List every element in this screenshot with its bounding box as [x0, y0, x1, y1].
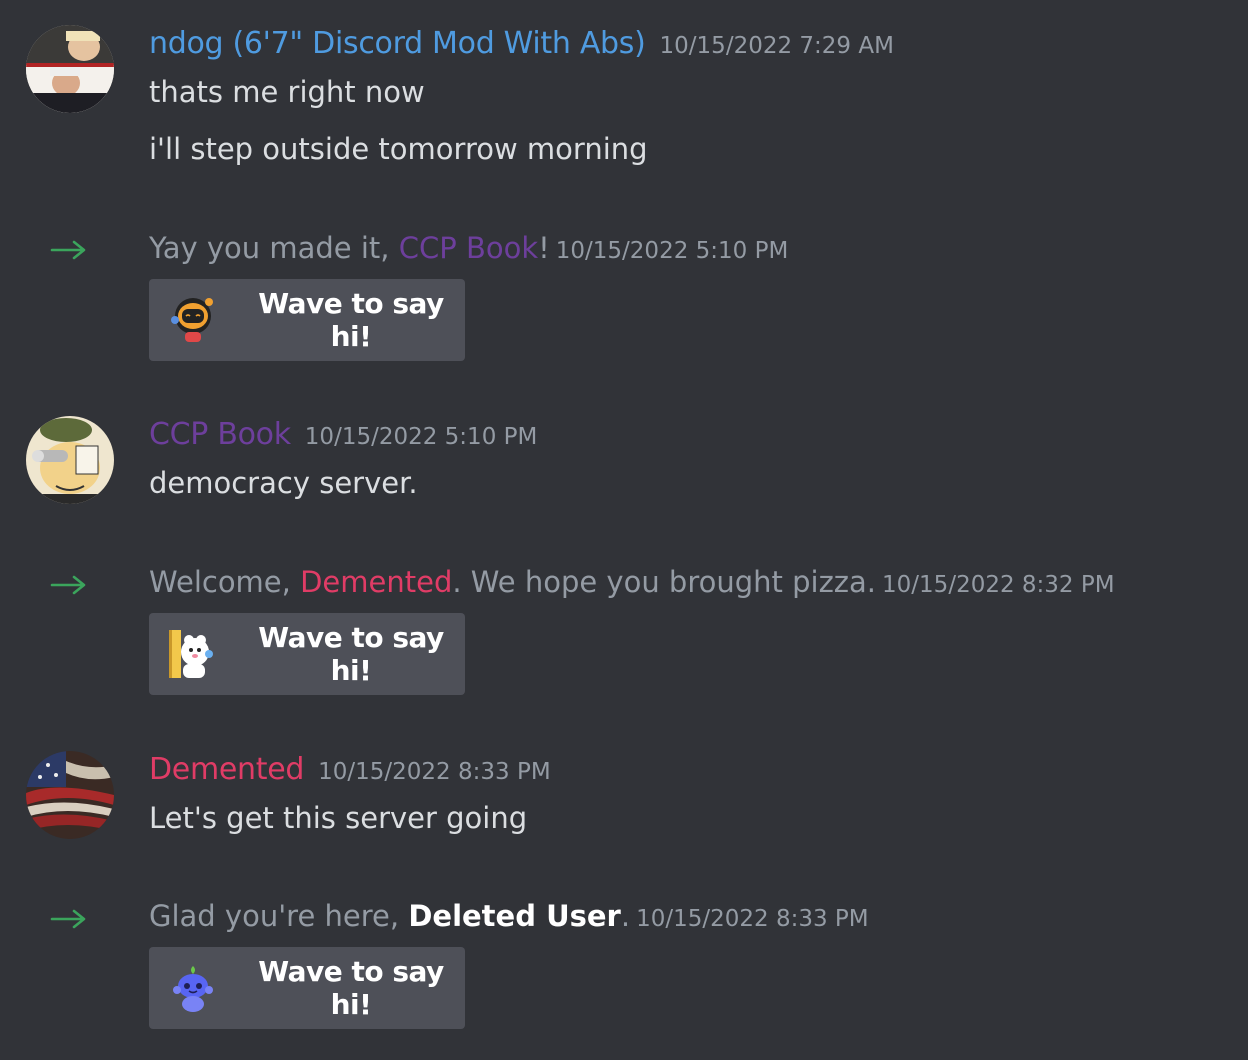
timestamp: 10/15/2022 8:33 PM [318, 759, 551, 785]
join-username[interactable]: Demented [300, 565, 452, 599]
timestamp: 10/15/2022 5:10 PM [304, 424, 538, 450]
message-text: Let's get this server going [149, 801, 528, 835]
user-avatar-icon [26, 416, 114, 504]
message-text: thats me right now [149, 75, 425, 109]
avatar[interactable] [26, 751, 114, 839]
timestamp: 10/15/2022 7:29 AM [659, 33, 894, 59]
username[interactable]: CCP Book [149, 417, 291, 452]
avatar[interactable] [26, 416, 114, 504]
message-text: i'll step outside tomorrow morning [149, 132, 648, 166]
wave-button-label: Wave to say hi! [258, 955, 444, 1021]
timestamp: 10/15/2022 8:33 PM [636, 906, 869, 932]
user-avatar-icon [26, 25, 114, 113]
wave-button-label: Wave to say hi! [258, 287, 444, 353]
user-avatar-icon [26, 751, 114, 839]
wave-button-label: Wave to say hi! [258, 621, 444, 687]
timestamp: 10/15/2022 8:32 PM [882, 572, 1115, 598]
timestamp: 10/15/2022 5:10 PM [555, 238, 789, 264]
join-suffix: . [620, 899, 631, 933]
bear-peek-icon [169, 630, 213, 678]
join-prefix: Yay you made it, [149, 231, 399, 265]
wumpus-wave-icon [173, 966, 213, 1012]
join-suffix: . We hope you brought pizza. [452, 565, 877, 599]
join-prefix: Glad you're here, [149, 899, 409, 933]
wave-button[interactable]: Wave to say hi! [149, 947, 465, 1029]
join-username[interactable]: Deleted User [408, 899, 621, 933]
join-arrow-icon [50, 909, 86, 929]
join-arrow-icon [50, 575, 86, 595]
join-suffix: ! [538, 231, 550, 265]
join-arrow-icon [50, 240, 86, 260]
join-username[interactable]: CCP Book [399, 231, 538, 265]
robot-wave-icon [171, 298, 213, 342]
join-prefix: Welcome, [149, 565, 301, 599]
username[interactable]: ndog (6'7" Discord Mod With Abs) [149, 26, 646, 61]
avatar[interactable] [26, 25, 114, 113]
wave-button[interactable]: Wave to say hi! [149, 279, 465, 361]
message-text: democracy server. [149, 466, 418, 500]
username[interactable]: Demented [149, 752, 304, 787]
wave-button[interactable]: Wave to say hi! [149, 613, 465, 695]
